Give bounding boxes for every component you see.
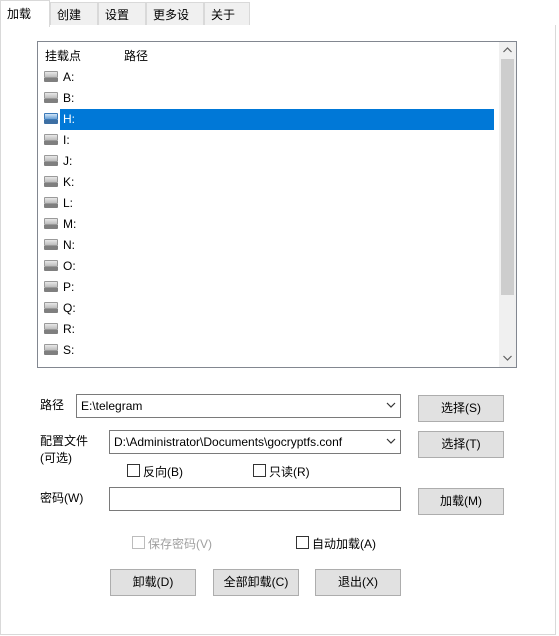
list-item[interactable]: K: xyxy=(38,172,498,193)
list-rows: A: B: H: I: J: K: L: M: N: O: P: Q: R: S: xyxy=(38,67,498,361)
unmount-all-button[interactable]: 全部卸载(C) xyxy=(213,569,299,596)
tab-about[interactable]: 关于 xyxy=(204,2,250,25)
drive-icon xyxy=(44,134,58,145)
drive-letter: A: xyxy=(63,70,75,84)
list-item[interactable]: A: xyxy=(38,67,498,88)
list-item[interactable]: Q: xyxy=(38,298,498,319)
drive-letter: I: xyxy=(63,133,70,147)
config-file-optional-label: (可选) xyxy=(40,451,72,465)
drive-letter: B: xyxy=(63,91,75,105)
chevron-down-icon[interactable] xyxy=(386,399,396,411)
drive-letter: S: xyxy=(63,343,75,357)
tab-label: 创建 xyxy=(57,8,82,22)
list-item[interactable]: P: xyxy=(38,277,498,298)
save-password-checkbox[interactable]: 保存密码(V) xyxy=(132,535,222,551)
password-label: 密码(W) xyxy=(40,491,84,505)
drive-icon xyxy=(44,92,58,103)
list-item[interactable]: N: xyxy=(38,235,498,256)
path-value: E:\telegram xyxy=(81,399,143,413)
config-file-label: 配置文件 xyxy=(40,434,89,448)
config-file-value: D:\Administrator\Documents\gocryptfs.con… xyxy=(114,435,343,449)
drive-letter: Q: xyxy=(63,301,76,315)
checkbox-box[interactable] xyxy=(253,464,266,477)
list-item[interactable]: J: xyxy=(38,151,498,172)
drive-icon xyxy=(44,218,58,229)
reverse-label: 反向(B) xyxy=(143,465,183,479)
scroll-down-arrow-icon[interactable] xyxy=(499,350,516,367)
drive-icon xyxy=(44,176,58,187)
scroll-up-arrow-icon[interactable] xyxy=(499,42,516,59)
auto-mount-checkbox[interactable]: 自动加载(A) xyxy=(296,535,386,551)
drive-icon xyxy=(44,197,58,208)
drive-icon xyxy=(44,281,58,292)
list-item[interactable]: B: xyxy=(38,88,498,109)
drive-icon xyxy=(44,344,58,355)
tab-label: 设置 xyxy=(105,8,130,22)
list-item[interactable]: R: xyxy=(38,319,498,340)
save-password-label: 保存密码(V) xyxy=(148,537,212,551)
list-item[interactable]: S: xyxy=(38,340,498,361)
mount-button[interactable]: 加载(M) xyxy=(418,488,504,515)
tab-mount[interactable]: 加载 xyxy=(0,0,50,27)
list-item[interactable]: L: xyxy=(38,193,498,214)
drive-icon xyxy=(44,302,58,313)
drive-letter: P: xyxy=(63,280,75,294)
column-header-mount-point[interactable]: 挂载点 xyxy=(45,47,81,64)
password-input[interactable] xyxy=(109,487,401,511)
list-item[interactable]: O: xyxy=(38,256,498,277)
drive-letter: J: xyxy=(63,154,73,168)
chevron-down-icon[interactable] xyxy=(386,435,396,447)
tab-strip: 加载 创建 设置 更多设置 关于 xyxy=(0,0,559,39)
readonly-checkbox[interactable]: 只读(R) xyxy=(253,463,323,479)
tab-create[interactable]: 创建 xyxy=(50,2,98,25)
path-label: 路径 xyxy=(40,398,65,412)
list-item[interactable]: H: xyxy=(38,109,498,130)
drive-letter: H: xyxy=(63,112,75,126)
config-file-combobox[interactable]: D:\Administrator\Documents\gocryptfs.con… xyxy=(109,430,401,454)
drive-letter: L: xyxy=(63,196,74,210)
list-scrollbar[interactable] xyxy=(499,42,516,367)
drive-icon xyxy=(44,113,58,124)
list-item[interactable]: M: xyxy=(38,214,498,235)
selection-highlight xyxy=(60,109,494,130)
column-header-path[interactable]: 路径 xyxy=(124,47,148,64)
exit-button[interactable]: 退出(X) xyxy=(315,569,401,596)
drive-letter: R: xyxy=(63,322,75,336)
path-combobox[interactable]: E:\telegram xyxy=(76,394,401,418)
checkbox-box[interactable] xyxy=(127,464,140,477)
tab-more-settings[interactable]: 更多设置 xyxy=(146,2,204,39)
drive-icon xyxy=(44,323,58,334)
drive-icon xyxy=(44,71,58,82)
select-path-button[interactable]: 选择(S) xyxy=(418,395,504,422)
tab-label: 关于 xyxy=(211,8,236,22)
mount-point-list[interactable]: 挂载点 路径 A: B: H: I: J: K: L: M: N: O: P: Q: R: S: xyxy=(37,41,517,368)
readonly-label: 只读(R) xyxy=(269,465,310,479)
checkbox-box[interactable] xyxy=(132,536,145,549)
drive-letter: M: xyxy=(63,217,77,231)
drive-letter: O: xyxy=(63,259,76,273)
scroll-thumb[interactable] xyxy=(501,59,514,295)
list-header: 挂载点 路径 xyxy=(38,42,498,67)
drive-letter: K: xyxy=(63,175,75,189)
reverse-checkbox[interactable]: 反向(B) xyxy=(127,463,197,479)
checkbox-box[interactable] xyxy=(296,536,309,549)
drive-letter: N: xyxy=(63,238,75,252)
auto-mount-label: 自动加载(A) xyxy=(312,537,376,551)
tab-label: 加载 xyxy=(7,7,32,21)
list-item[interactable]: I: xyxy=(38,130,498,151)
select-config-button[interactable]: 选择(T) xyxy=(418,431,504,458)
tab-settings[interactable]: 设置 xyxy=(98,2,146,25)
drive-icon xyxy=(44,239,58,250)
unmount-button[interactable]: 卸载(D) xyxy=(110,569,196,596)
drive-icon xyxy=(44,155,58,166)
drive-icon xyxy=(44,260,58,271)
